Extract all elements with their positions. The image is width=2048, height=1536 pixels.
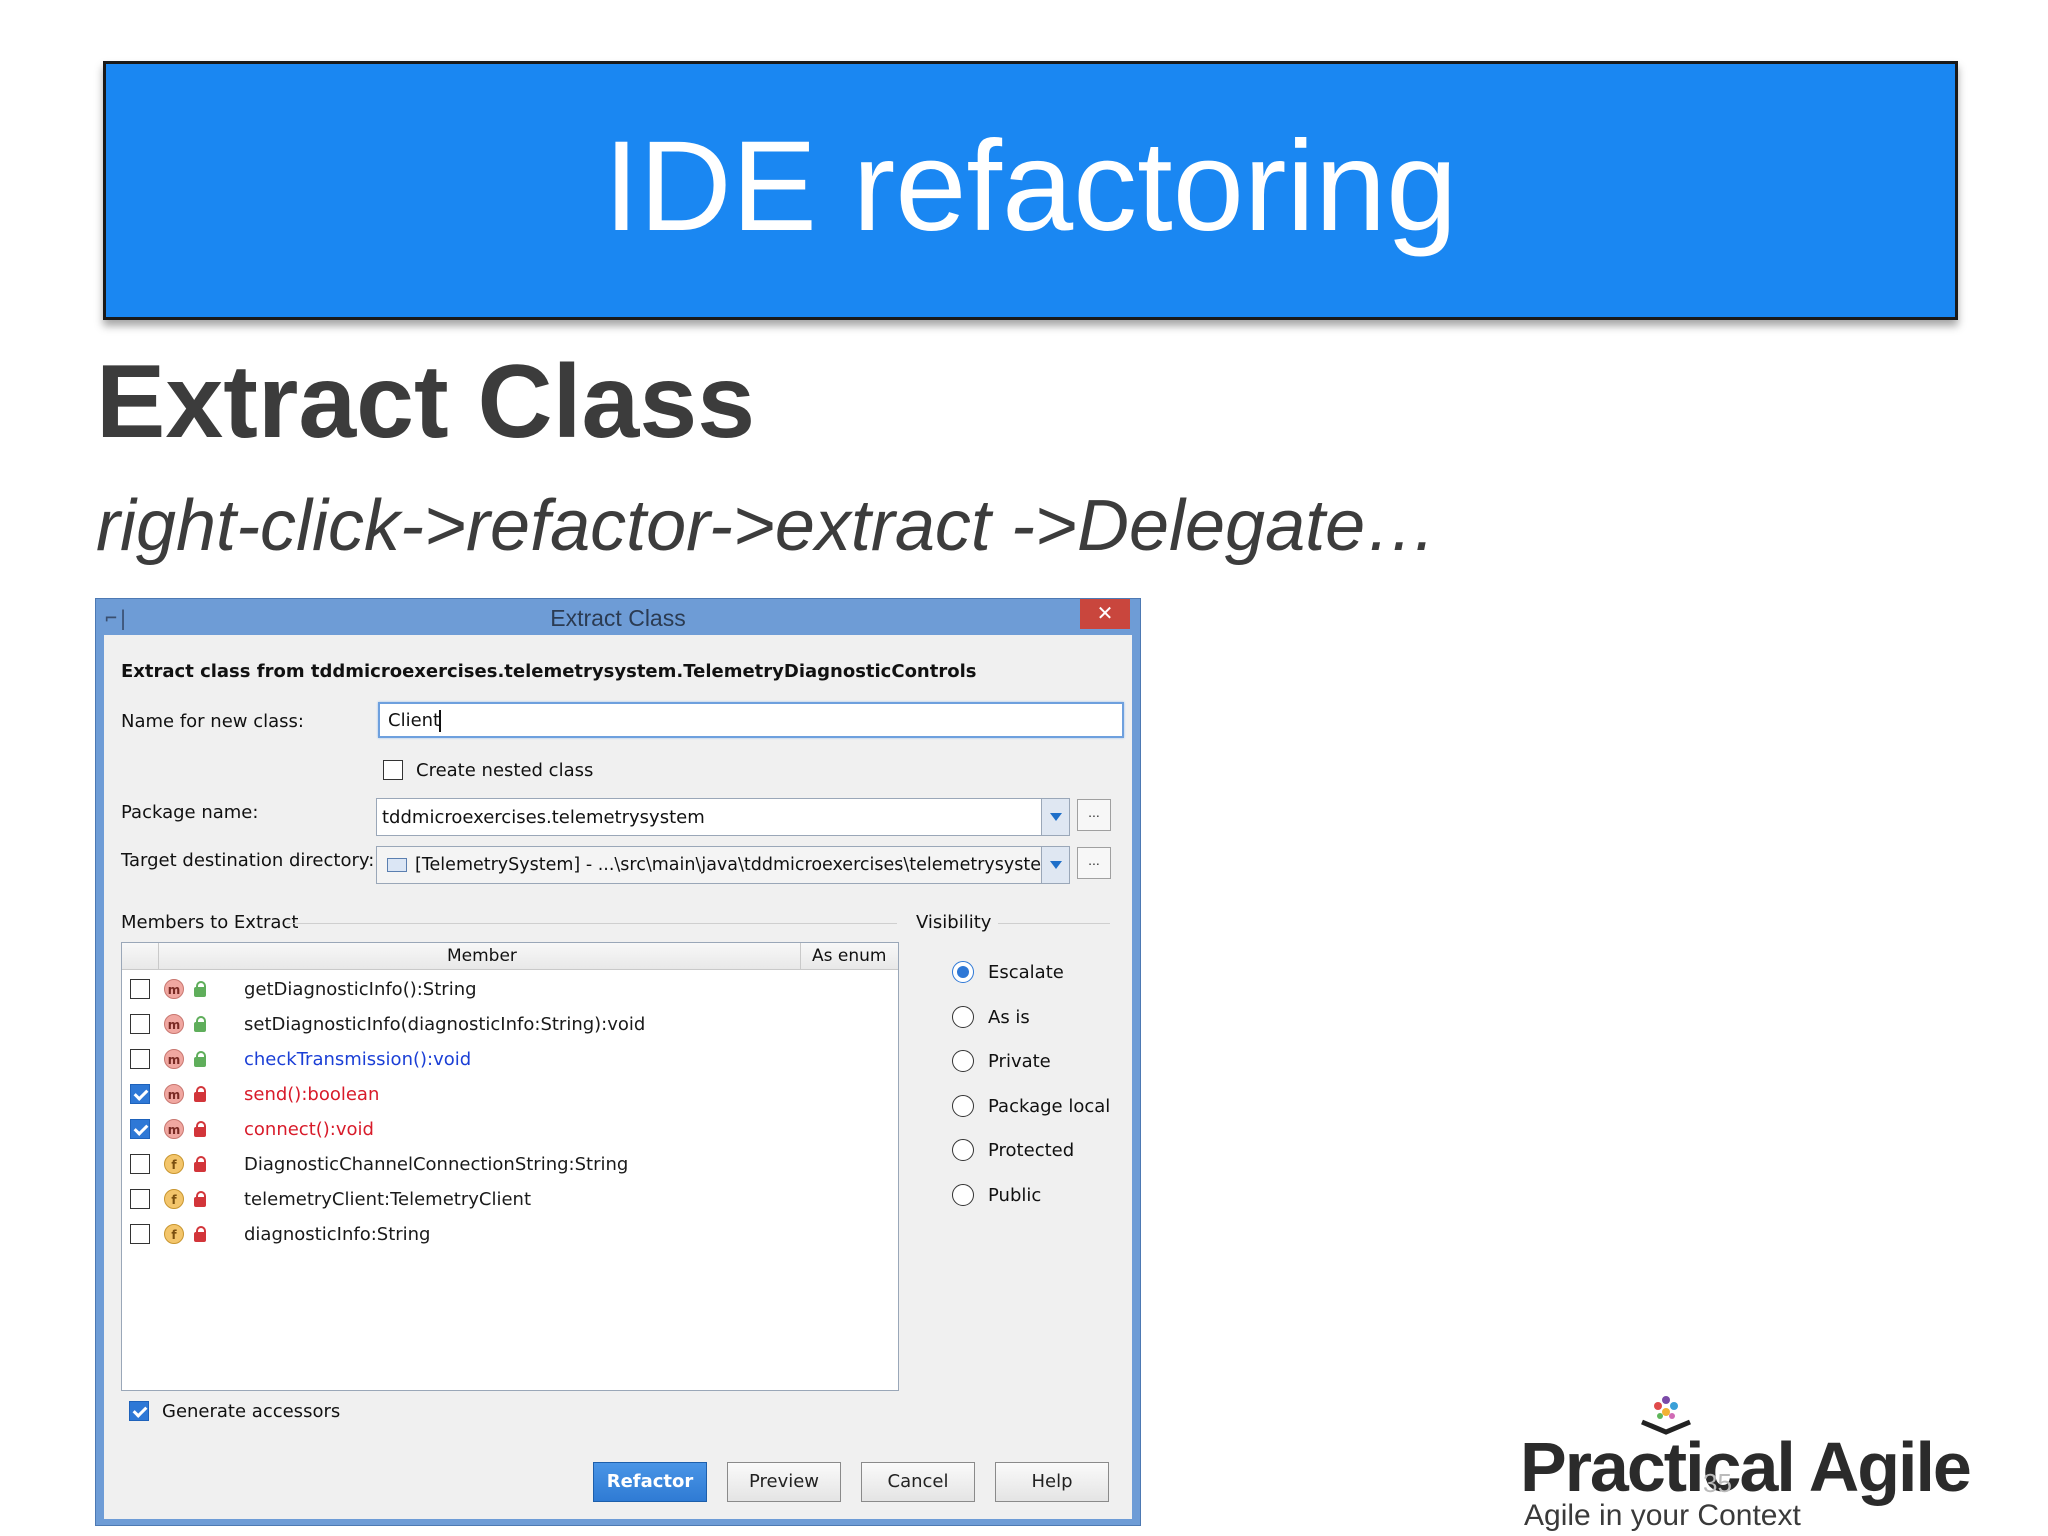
visibility-radio-escalate[interactable] — [952, 961, 974, 983]
visibility-radio-private[interactable] — [952, 1050, 974, 1072]
unlocked-icon — [194, 981, 206, 997]
close-button[interactable]: ✕ — [1080, 599, 1130, 629]
lock-icon — [194, 1156, 206, 1172]
member-checkbox[interactable] — [130, 979, 150, 999]
title-banner: IDE refactoring — [103, 61, 1958, 320]
unlocked-icon — [194, 1051, 206, 1067]
generate-accessors-label: Generate accessors — [162, 1401, 341, 1422]
table-row[interactable]: m connect():void — [122, 1113, 898, 1147]
table-row[interactable]: m send():boolean — [122, 1078, 898, 1112]
target-dropdown-button[interactable] — [1041, 847, 1069, 883]
lock-icon — [194, 1086, 206, 1102]
class-name-input[interactable]: Client — [378, 702, 1124, 738]
target-directory-combo[interactable]: [TelemetrySystem] - ...\src\main\java\td… — [376, 846, 1070, 884]
member-checkbox[interactable] — [130, 1154, 150, 1174]
member-checkbox[interactable] — [130, 1224, 150, 1244]
field-icon: f — [164, 1154, 184, 1174]
member-name: connect():void — [244, 1119, 374, 1140]
refactor-button[interactable]: Refactor — [593, 1462, 707, 1502]
create-nested-class-label: Create nested class — [416, 760, 594, 781]
close-icon: ✕ — [1096, 603, 1114, 625]
visibility-label: Visibility — [916, 912, 992, 933]
member-name: getDiagnosticInfo():String — [244, 979, 477, 1000]
visibility-radio-protected[interactable] — [952, 1139, 974, 1161]
visibility-separator — [998, 923, 1110, 924]
method-icon: m — [164, 1084, 184, 1104]
cancel-button[interactable]: Cancel — [861, 1462, 975, 1502]
name-label: Name for new class: — [121, 711, 304, 732]
logo-wordmark: Practical Agile — [1520, 1428, 1972, 1506]
package-name-value: tddmicroexercises.telemetrysystem — [382, 807, 705, 828]
generate-accessors-checkbox[interactable] — [129, 1401, 149, 1421]
target-directory-value: [TelemetrySystem] - ...\src\main\java\td… — [415, 855, 1059, 875]
table-row[interactable]: m setDiagnosticInfo(diagnosticInfo:String… — [122, 1008, 898, 1042]
member-checkbox[interactable] — [130, 1014, 150, 1034]
folder-icon — [387, 858, 407, 872]
package-browse-button[interactable]: ... — [1077, 799, 1111, 831]
column-as-enum[interactable]: As enum — [812, 946, 886, 966]
member-name: DiagnosticChannelConnectionString:String — [244, 1154, 629, 1175]
create-nested-class-checkbox[interactable] — [383, 760, 403, 780]
page-number: 35 — [1703, 1468, 1732, 1498]
table-row[interactable]: f diagnosticInfo:String — [122, 1218, 898, 1252]
visibility-radio-as-is[interactable] — [952, 1005, 974, 1028]
member-name: send():boolean — [244, 1084, 380, 1105]
preview-button[interactable]: Preview — [727, 1462, 841, 1502]
unlocked-icon — [194, 1016, 206, 1032]
members-table-header: Member As enum — [122, 943, 898, 970]
package-label: Package name: — [121, 802, 259, 823]
lock-icon — [194, 1226, 206, 1242]
members-table: Member As enum m getDiagnosticInfo():Stri… — [121, 942, 899, 1391]
field-icon: f — [164, 1224, 184, 1244]
member-name: setDiagnosticInfo(diagnosticInfo:String)… — [244, 1014, 646, 1035]
visibility-radio-package-local[interactable] — [952, 1094, 974, 1117]
target-label: Target destination directory: — [121, 850, 375, 871]
slide-subtitle: right-click->refactor->extract ->Delegat… — [96, 486, 1438, 566]
visibility-option-label: Protected — [988, 1140, 1075, 1161]
method-icon: m — [164, 979, 184, 999]
column-member[interactable]: Member — [447, 946, 517, 966]
text-cursor — [439, 710, 441, 732]
visibility-option-label: As is — [988, 1006, 1030, 1028]
visibility-radio-public[interactable] — [952, 1183, 974, 1206]
visibility-option-label: Package local — [988, 1095, 1111, 1117]
banner-title: IDE refactoring — [603, 114, 1458, 258]
package-dropdown-button[interactable] — [1041, 799, 1069, 835]
member-name: telemetryClient:TelemetryClient — [244, 1189, 532, 1210]
help-button[interactable]: Help — [995, 1462, 1109, 1502]
table-row[interactable]: f DiagnosticChannelConnectionString:Strin… — [122, 1148, 898, 1182]
member-checkbox[interactable] — [130, 1049, 150, 1069]
method-icon: m — [164, 1049, 184, 1069]
member-name: checkTransmission():void — [244, 1049, 472, 1070]
method-icon: m — [164, 1119, 184, 1139]
visibility-option-label: Escalate — [988, 962, 1064, 983]
visibility-option-label: Private — [988, 1051, 1051, 1072]
package-name-combo[interactable]: tddmicroexercises.telemetrysystem — [376, 798, 1070, 836]
member-checkbox[interactable] — [130, 1084, 150, 1104]
table-row[interactable]: m getDiagnosticInfo():String — [122, 973, 898, 1007]
member-checkbox[interactable] — [130, 1119, 150, 1139]
slide-title: Extract Class — [96, 344, 756, 460]
class-name-value: Client — [388, 710, 441, 731]
target-browse-button[interactable]: ... — [1077, 847, 1111, 879]
lock-icon — [194, 1191, 206, 1207]
visibility-option-label: Public — [988, 1184, 1042, 1206]
member-name: diagnosticInfo:String — [244, 1224, 431, 1245]
dialog-header: Extract class from tddmicroexercises.tel… — [121, 661, 977, 682]
logo-tagline: Agile in your Context — [1524, 1499, 1801, 1532]
dialog-titlebar[interactable]: ⌐| Extract Class ✕ — [96, 599, 1140, 635]
dialog-title: Extract Class — [550, 605, 686, 631]
member-checkbox[interactable] — [130, 1189, 150, 1209]
method-icon: m — [164, 1014, 184, 1034]
lock-icon — [194, 1121, 206, 1137]
table-row[interactable]: m checkTransmission():void — [122, 1043, 898, 1077]
members-to-extract-label: Members to Extract — [121, 912, 299, 933]
members-separator — [287, 923, 897, 924]
field-icon: f — [164, 1189, 184, 1209]
table-row[interactable]: f telemetryClient:TelemetryClient — [122, 1183, 898, 1217]
